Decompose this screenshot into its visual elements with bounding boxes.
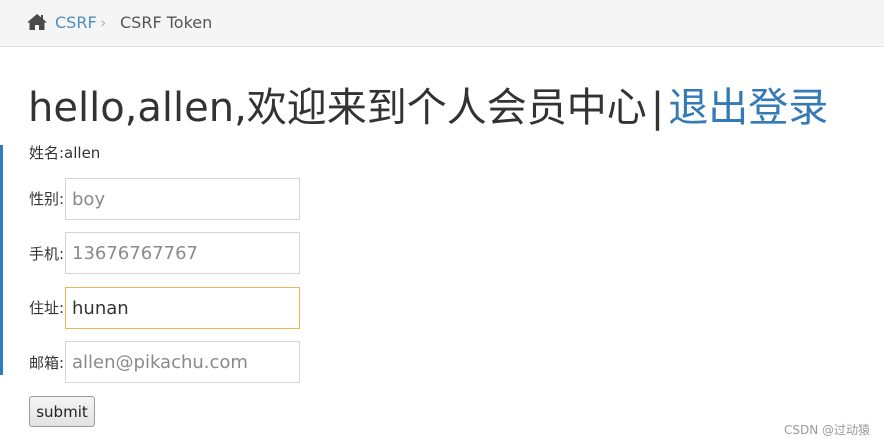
logout-link[interactable]: 退出登录: [668, 85, 828, 131]
address-input[interactable]: [65, 287, 300, 329]
submit-button[interactable]: submit: [29, 396, 95, 427]
phone-label: 手机:: [29, 245, 65, 263]
breadcrumb-separator: ›: [100, 13, 107, 32]
breadcrumb-current: CSRF Token: [120, 13, 213, 32]
left-accent-bar: [0, 145, 3, 375]
email-label: 邮箱:: [29, 354, 65, 372]
greeting-text: hello,allen,欢迎来到个人会员中心: [28, 85, 647, 131]
watermark: CSDN @过动猿: [783, 423, 870, 437]
breadcrumb: CSRF › CSRF Token: [0, 0, 884, 47]
address-label: 住址:: [29, 299, 65, 317]
page: CSRF › CSRF Token hello,allen,欢迎来到个人会员中心…: [0, 0, 884, 448]
page-title: hello,allen,欢迎来到个人会员中心 | 退出登录: [28, 80, 828, 136]
home-icon[interactable]: [26, 13, 48, 31]
breadcrumb-link-csrf[interactable]: CSRF: [55, 13, 97, 33]
gender-label: 性别:: [29, 190, 65, 208]
gender-input[interactable]: [65, 178, 300, 220]
phone-input[interactable]: [65, 232, 300, 274]
title-separator: |: [650, 85, 665, 131]
email-input[interactable]: [65, 341, 300, 383]
name-line: 姓名:allen: [29, 144, 101, 162]
